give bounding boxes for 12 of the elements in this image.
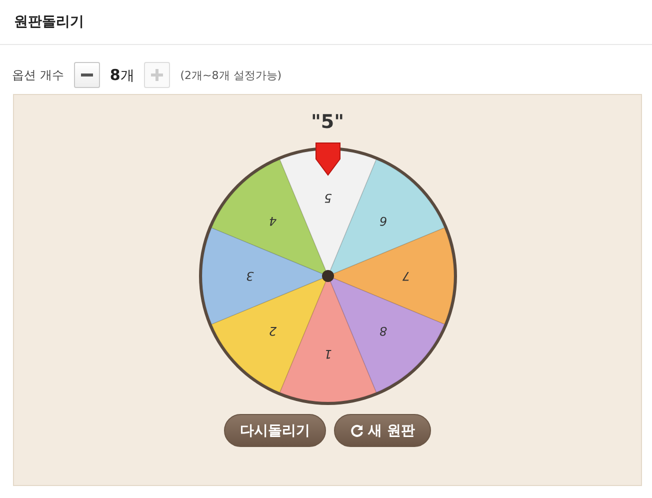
option-count-label: 옵션 개수 bbox=[12, 66, 64, 84]
pointer-icon bbox=[315, 142, 340, 176]
option-count: 8개 bbox=[110, 66, 134, 84]
spin-again-button[interactable]: 다시돌리기 bbox=[224, 414, 326, 447]
page-title: 원판돌리기 bbox=[14, 13, 84, 31]
minus-button[interactable] bbox=[74, 62, 100, 88]
wheel-drawing[interactable]: 5 6 7 8 1 2 3 4 bbox=[198, 147, 456, 405]
result-text: "5" bbox=[310, 111, 344, 135]
range-hint: (2개~8개 설정가능) bbox=[180, 68, 282, 82]
refresh-icon bbox=[350, 424, 364, 438]
new-wheel-button[interactable]: 새 원판 bbox=[334, 414, 431, 447]
plus-icon bbox=[151, 69, 164, 81]
